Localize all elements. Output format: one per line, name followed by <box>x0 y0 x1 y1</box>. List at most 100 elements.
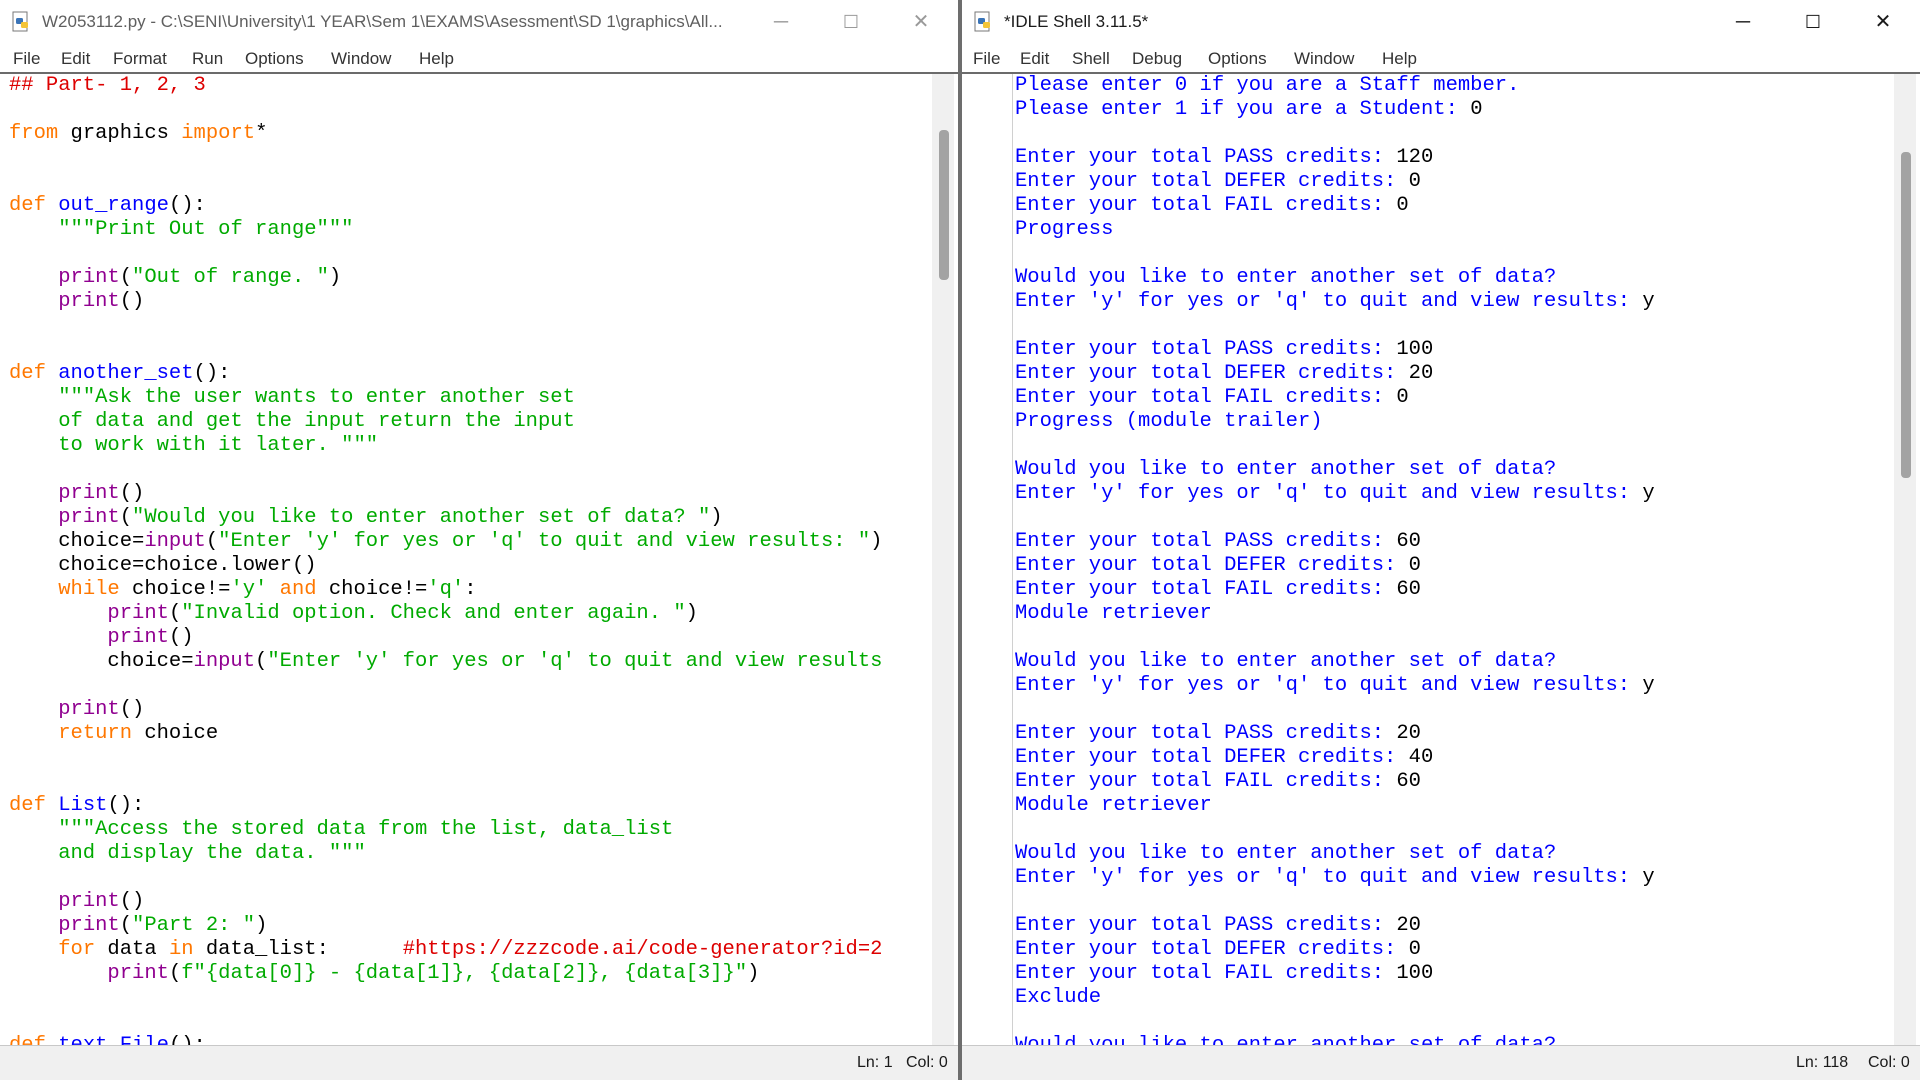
code-token: print <box>58 698 120 721</box>
menu-shell[interactable]: Shell <box>1072 49 1110 69</box>
code-token: ) <box>255 914 268 937</box>
minimize-icon: ─ <box>1735 11 1751 33</box>
code-token: Please enter 1 if you are a Student: <box>1015 98 1471 121</box>
menu-window[interactable]: Window <box>1294 49 1354 69</box>
menu-help[interactable]: Help <box>419 49 454 69</box>
editor-scroll-thumb[interactable] <box>939 130 949 280</box>
code-token: import <box>181 122 256 145</box>
code-line: print() <box>9 890 928 914</box>
code-line: def another_set(): <box>9 362 928 386</box>
column-number: Col: 0 <box>906 1054 948 1071</box>
shell-line: Enter your total DEFER credits: 0 <box>1015 938 1890 962</box>
code-token: data_list: <box>193 938 403 961</box>
code-line: while choice!='y' and choice!='q': <box>9 578 928 602</box>
editor-titlebar[interactable]: W2053112.py - C:\SENI\University\1 YEAR\… <box>0 0 958 44</box>
code-editor[interactable]: ## Part- 1, 2, 3 from graphics import* d… <box>9 74 928 1046</box>
code-token: Enter your total DEFER credits: <box>1015 554 1409 577</box>
shell-line: Progress <box>1015 218 1890 242</box>
menu-options[interactable]: Options <box>245 49 304 69</box>
code-line: ## Part- 1, 2, 3 <box>9 74 928 98</box>
shell-scroll-thumb[interactable] <box>1901 152 1911 478</box>
code-token: def <box>9 794 46 817</box>
code-token: 0 <box>1408 170 1421 193</box>
code-token: and <box>279 578 317 601</box>
code-token: Enter your total FAIL credits: <box>1015 578 1397 601</box>
code-token: 100 <box>1396 338 1434 361</box>
code-token: Enter your total PASS credits: <box>1015 338 1397 361</box>
editor-scrollbar[interactable] <box>932 74 954 1046</box>
code-token: ## Part- 1, 2, 3 <box>9 74 206 97</box>
menu-format[interactable]: Format <box>113 49 167 69</box>
code-token: 20 <box>1396 722 1421 745</box>
code-line: print(f"{data[0]} - {data[1]}, {data[2]}… <box>9 962 928 986</box>
close-button[interactable]: ✕ <box>1848 0 1918 44</box>
code-token: () <box>168 626 194 649</box>
code-line: print("Would you like to enter another s… <box>9 506 928 530</box>
code-token: Enter your total DEFER credits: <box>1015 938 1409 961</box>
code-token: Please enter 0 if you are a Staff member… <box>1015 74 1520 97</box>
menu-options[interactable]: Options <box>1208 49 1267 69</box>
menu-window[interactable]: Window <box>331 49 391 69</box>
code-token: "Out of range. " <box>132 266 329 289</box>
line-number: Ln: 118 <box>1796 1054 1849 1071</box>
shell-titlebar[interactable]: *IDLE Shell 3.11.5* ─ ☐ ✕ <box>962 0 1920 44</box>
code-token: Enter your total FAIL credits: <box>1015 194 1397 217</box>
python-file-icon <box>12 11 28 32</box>
code-token: choice!= <box>316 578 428 601</box>
code-token: 20 <box>1396 914 1421 937</box>
shell-window: *IDLE Shell 3.11.5* ─ ☐ ✕ File Edit Shel… <box>962 0 1920 1080</box>
maximize-button[interactable]: ☐ <box>816 0 886 44</box>
code-line: to work with it later. """ <box>9 434 928 458</box>
window-title: *IDLE Shell 3.11.5* <box>1004 12 1149 31</box>
code-token: input <box>144 530 206 553</box>
code-token: (): <box>193 362 231 385</box>
code-token: choice= <box>9 530 145 553</box>
shell-line: Enter your total FAIL credits: 0 <box>1015 194 1890 218</box>
code-token: Module retriever <box>1015 794 1212 817</box>
code-line: def out_range(): <box>9 194 928 218</box>
close-button[interactable]: ✕ <box>886 0 956 44</box>
code-token: Would you like to enter another set of d… <box>1015 266 1557 289</box>
menu-edit[interactable]: Edit <box>61 49 90 69</box>
shell-line: Would you like to enter another set of d… <box>1015 266 1890 290</box>
menu-file[interactable]: File <box>973 49 1000 69</box>
code-line: and display the data. """ <box>9 842 928 866</box>
menu-debug[interactable]: Debug <box>1132 49 1182 69</box>
code-line: print("Part 2: ") <box>9 914 928 938</box>
code-token: Enter your total DEFER credits: <box>1015 746 1409 769</box>
code-token: "Invalid option. Check and enter again. … <box>181 602 686 625</box>
menu-run[interactable]: Run <box>192 49 223 69</box>
menu-help[interactable]: Help <box>1382 49 1417 69</box>
code-token: Enter your total FAIL credits: <box>1015 770 1397 793</box>
code-token: print <box>58 890 120 913</box>
code-line: choice=input("Enter 'y' for yes or 'q' t… <box>9 530 928 554</box>
menu-edit[interactable]: Edit <box>1020 49 1049 69</box>
minimize-button[interactable]: ─ <box>1708 0 1778 44</box>
shell-line: Enter your total DEFER credits: 40 <box>1015 746 1890 770</box>
shell-output[interactable]: Please enter 0 if you are a Staff member… <box>1015 74 1890 1046</box>
code-token: "Enter 'y' for yes or 'q' to quit and vi… <box>218 530 871 553</box>
menu-file[interactable]: File <box>13 49 40 69</box>
minimize-button[interactable]: ─ <box>746 0 816 44</box>
maximize-button[interactable]: ☐ <box>1778 0 1848 44</box>
code-token: Enter your total PASS credits: <box>1015 722 1397 745</box>
code-token: y <box>1642 290 1655 313</box>
code-token: 0 <box>1408 554 1421 577</box>
code-line: print("Out of range. ") <box>9 266 928 290</box>
code-token: Progress <box>1015 218 1114 241</box>
shell-scrollbar[interactable] <box>1894 74 1916 1046</box>
editor-statusbar: Ln: 1 Col: 0 <box>0 1045 958 1080</box>
